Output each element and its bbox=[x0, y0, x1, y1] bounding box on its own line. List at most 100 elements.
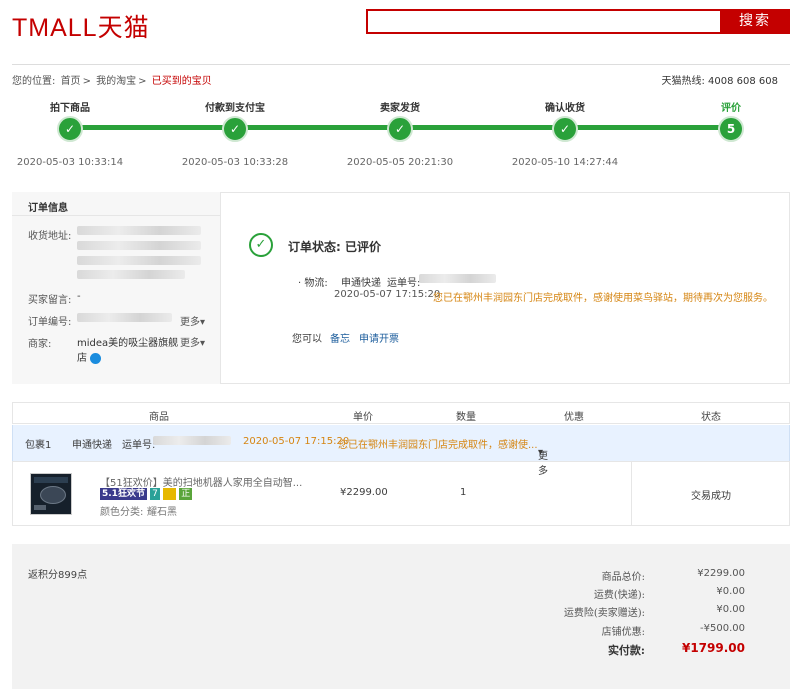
merchant-label: 商家: bbox=[28, 339, 52, 350]
item-status: 交易成功 bbox=[691, 491, 731, 502]
more-label: 更多 bbox=[180, 338, 200, 349]
points: 返积分899点 bbox=[28, 570, 88, 581]
product-thumbnail[interactable] bbox=[30, 473, 72, 515]
order-info-title: 订单信息 bbox=[12, 192, 221, 216]
col-qty: 数量 bbox=[456, 412, 476, 423]
breadcrumb-my-taobao[interactable]: 我的淘宝 bbox=[96, 76, 136, 87]
address-blurred bbox=[77, 270, 185, 279]
protection-icon bbox=[163, 488, 177, 500]
caret-down-icon: ▾ bbox=[538, 447, 544, 458]
shop-discount-value: -¥500.00 bbox=[700, 623, 745, 634]
hotline: 天猫热线: 4008 608 608 bbox=[661, 76, 778, 87]
item-divider bbox=[631, 462, 632, 525]
color-value: 耀石黑 bbox=[147, 507, 177, 518]
package-courier: 申通快递 bbox=[72, 440, 112, 451]
check-icon: ✓ bbox=[222, 116, 248, 142]
caret-down-icon: ▾ bbox=[200, 338, 206, 349]
address-label: 收货地址: bbox=[28, 231, 72, 242]
step-number-icon: 5 bbox=[718, 116, 744, 142]
tmall-logo[interactable]: TMALL天猫 bbox=[12, 8, 150, 44]
memo-link[interactable]: 备忘 bbox=[330, 330, 350, 345]
breadcrumb-current: 已买到的宝贝 bbox=[151, 76, 212, 87]
invoice-link[interactable]: 申请开票 bbox=[359, 330, 399, 345]
shop-discount-label: 店铺优惠: bbox=[601, 627, 645, 638]
address-blurred bbox=[77, 241, 201, 250]
product-title[interactable]: 【51狂欢价】美的扫地机器人家用全自动智... bbox=[100, 474, 302, 489]
col-price: 单价 bbox=[353, 412, 373, 423]
seven-day-return-badge: 7 bbox=[150, 488, 160, 500]
step-label: 付款到支付宝 bbox=[205, 103, 265, 114]
product-badges: 5.1狂欢节 7 正 bbox=[100, 488, 193, 501]
header-divider bbox=[12, 64, 790, 65]
merchant-name-tail: 店 bbox=[77, 353, 87, 364]
address-blurred bbox=[77, 226, 201, 235]
more-label: 更多 bbox=[180, 317, 200, 328]
logistics-message: 您已在鄂州丰润园东门店完成取件，感谢使用菜鸟驿站，期待再次为您服务。 bbox=[433, 293, 773, 304]
check-circle-icon: ✓ bbox=[249, 233, 273, 257]
item-price: ¥2299.00 bbox=[340, 487, 388, 498]
item-qty: 1 bbox=[460, 487, 467, 498]
step-label: 评价 bbox=[721, 103, 741, 114]
step-label: 卖家发货 bbox=[380, 103, 420, 114]
genuine-badge: 正 bbox=[179, 488, 193, 500]
tracking-label: 运单号: bbox=[387, 278, 421, 289]
wangwang-chat-icon[interactable] bbox=[90, 352, 102, 364]
step-time: 2020-05-10 14:27:44 bbox=[511, 157, 619, 168]
check-icon: ✓ bbox=[57, 116, 83, 142]
merchant-name[interactable]: midea美的吸尘器旗舰 bbox=[77, 334, 178, 349]
breadcrumb-home[interactable]: 首页 bbox=[61, 76, 81, 87]
merchant-name-line2: 店 bbox=[77, 349, 102, 364]
col-discount: 优惠 bbox=[564, 412, 584, 423]
step-label: 确认收货 bbox=[545, 103, 585, 114]
package-time: 2020-05-07 17:15:20 bbox=[243, 436, 350, 447]
shipping-label: 运费(快递): bbox=[593, 590, 645, 601]
breadcrumb-sep: > bbox=[138, 76, 147, 87]
table-header: 商品 单价 数量 优惠 状态 bbox=[12, 402, 790, 424]
order-summary bbox=[12, 544, 790, 689]
step-time: 2020-05-03 10:33:14 bbox=[16, 157, 124, 168]
you-can-label: 您可以 bbox=[292, 334, 322, 345]
step-time: 2020-05-03 10:33:28 bbox=[181, 157, 289, 168]
thumb-banner bbox=[34, 477, 68, 483]
step-time: 2020-05-05 20:21:30 bbox=[346, 157, 454, 168]
package-row: 包裹1 申通快递 运单号: 2020-05-07 17:15:20 您已在鄂州丰… bbox=[12, 425, 790, 477]
color-label: 颜色分类: bbox=[100, 507, 144, 518]
col-status: 状态 bbox=[701, 412, 721, 423]
total-label: 实付款: bbox=[607, 644, 645, 657]
robot-vacuum-icon bbox=[40, 486, 66, 504]
breadcrumb-prefix: 您的位置: bbox=[12, 76, 56, 87]
step-label: 拍下商品 bbox=[50, 103, 90, 114]
message-label: 买家留言: bbox=[28, 295, 72, 306]
package-name: 包裹1 bbox=[25, 440, 52, 451]
order-info-sidebar bbox=[12, 192, 221, 384]
insurance-label: 运费险(卖家赠送): bbox=[563, 608, 645, 619]
logistics-time: 2020-05-07 17:15:20 bbox=[334, 289, 441, 300]
breadcrumb-sep: > bbox=[82, 76, 91, 87]
package-message: 您已在鄂州丰润园东门店完成取件，感谢使... bbox=[338, 440, 538, 451]
col-product: 商品 bbox=[149, 412, 169, 423]
package-tracking-blurred bbox=[153, 436, 231, 445]
logistics-label: · 物流: bbox=[298, 278, 328, 289]
shipping-value: ¥0.00 bbox=[716, 586, 745, 597]
breadcrumb: 您的位置: 首页 > 我的淘宝 > 已买到的宝贝 bbox=[12, 72, 214, 87]
order-status: 订单状态: 已评价 bbox=[288, 240, 381, 254]
message-value: - bbox=[77, 291, 81, 302]
thumb-tag bbox=[34, 505, 46, 510]
subtotal-value: ¥2299.00 bbox=[697, 568, 745, 579]
search-button[interactable]: 搜索 bbox=[720, 9, 790, 34]
address-blurred bbox=[77, 256, 201, 265]
more-merchant[interactable]: 更多▾ bbox=[180, 334, 205, 349]
order-no-label: 订单编号: bbox=[28, 317, 72, 328]
insurance-value: ¥0.00 bbox=[716, 604, 745, 615]
search-input[interactable] bbox=[366, 9, 720, 34]
courier: 申通快递 bbox=[341, 278, 381, 289]
order-no-blurred bbox=[77, 313, 172, 322]
total-value: ¥1799.00 bbox=[681, 641, 745, 655]
promo-badge: 5.1狂欢节 bbox=[100, 488, 147, 500]
tracking-blurred bbox=[419, 274, 496, 283]
more-order-no[interactable]: 更多▾ bbox=[180, 313, 205, 328]
subtotal-label: 商品总价: bbox=[601, 572, 645, 583]
package-tracking-label: 运单号: bbox=[122, 440, 156, 451]
check-icon: ✓ bbox=[387, 116, 413, 142]
caret-down-icon: ▾ bbox=[200, 317, 206, 328]
